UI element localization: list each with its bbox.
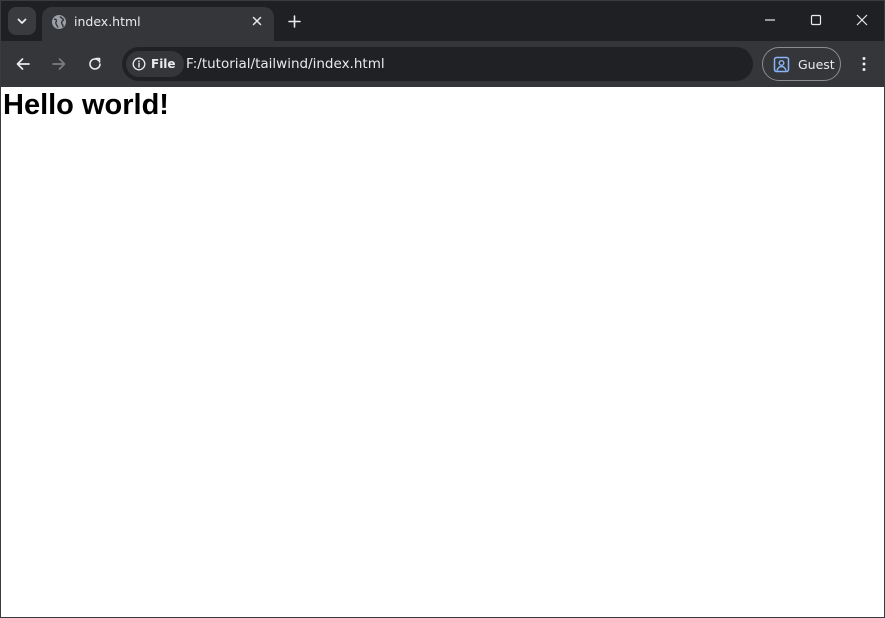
plus-icon — [287, 14, 301, 28]
new-tab-button[interactable] — [282, 9, 306, 33]
site-chip-label: File — [151, 57, 176, 71]
browser-menu-button[interactable] — [850, 50, 878, 78]
minimize-button[interactable] — [747, 1, 793, 39]
info-icon — [132, 57, 146, 71]
site-info-chip[interactable]: File — [126, 51, 184, 77]
guest-profile-icon — [773, 56, 790, 72]
tab-index-html[interactable]: index.html — [42, 7, 274, 41]
globe-icon — [52, 15, 66, 29]
tab-strip: index.html — [1, 1, 884, 41]
minimize-icon — [765, 19, 775, 21]
reload-button[interactable] — [81, 50, 109, 78]
profile-button[interactable]: Guest — [762, 47, 841, 81]
close-icon — [252, 16, 262, 26]
tab-close-button[interactable] — [248, 12, 266, 30]
arrow-right-icon — [52, 58, 66, 70]
tab-search-button[interactable] — [8, 7, 36, 35]
profile-label: Guest — [798, 56, 835, 72]
maximize-button[interactable] — [793, 1, 839, 39]
tab-title: index.html — [74, 14, 141, 29]
window-close-button[interactable] — [839, 1, 885, 39]
forward-button[interactable] — [45, 50, 73, 78]
arrow-left-icon — [16, 58, 30, 70]
more-vertical-icon — [862, 57, 866, 71]
browser-toolbar: File F:/tutorial/tailwind/index.html Gue… — [1, 41, 884, 87]
maximize-icon — [810, 14, 822, 26]
page-viewport: Hello world! — [1, 87, 884, 617]
browser-window: index.html File F:/tutorial/tailwind/ind… — [0, 0, 885, 618]
close-icon — [856, 14, 868, 26]
address-bar[interactable]: File F:/tutorial/tailwind/index.html — [122, 47, 753, 81]
reload-icon — [89, 57, 101, 70]
back-button[interactable] — [9, 50, 37, 78]
chevron-down-icon — [17, 18, 27, 24]
url-text[interactable]: F:/tutorial/tailwind/index.html — [186, 56, 385, 72]
page-heading: Hello world! — [3, 89, 169, 121]
